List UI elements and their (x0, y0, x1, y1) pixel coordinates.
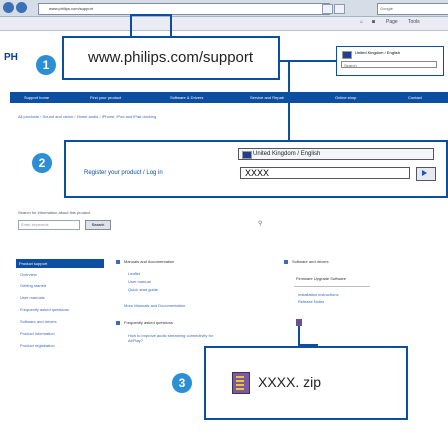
product-search-button[interactable]: Search (85, 220, 111, 230)
callout-url-box: www.philips.com/support (62, 36, 280, 80)
menu-item-overview[interactable]: Overview (20, 272, 37, 277)
breadcrumb: All products › Sound and vision › Home a… (18, 114, 157, 119)
callout-register-box: United Kingdom / English Register your p… (64, 140, 448, 198)
step-2-badge: 2 (32, 153, 52, 173)
callout-line (170, 14, 172, 36)
zip-filename[interactable]: XXXX. zip (258, 374, 321, 390)
site-search-input[interactable]: Search (341, 61, 437, 68)
nav-find-product[interactable]: Find your product (90, 92, 121, 103)
menu-item-user-manuals[interactable]: User manuals (20, 295, 45, 300)
nav-service-repair[interactable]: Service and Repair (250, 92, 284, 103)
register-login-link[interactable]: Register your product / Log in (84, 170, 163, 176)
callout-line (298, 326, 300, 346)
faq-icon (116, 321, 120, 325)
callout-url-text: www.philips.com/support (88, 49, 254, 66)
step-1-badge: 1 (36, 55, 56, 75)
menu-item-getting-started[interactable]: Getting started (20, 283, 46, 288)
philips-logo: PH (4, 52, 18, 63)
browser-command-bar: ⌂ ◙ Page Tools (0, 17, 448, 31)
user-manual-link[interactable]: User manual (128, 279, 151, 284)
product-code-input[interactable]: XXXX (240, 167, 410, 179)
release-notes-link[interactable]: Release Notes (298, 299, 324, 304)
menu-header: Product support (16, 259, 104, 268)
software-icon (284, 260, 288, 264)
zip-file-icon[interactable] (232, 372, 250, 394)
zip-file-small-icon[interactable] (296, 319, 302, 326)
divider (294, 286, 370, 287)
address-bar[interactable]: www.philips.com/support (38, 3, 330, 15)
menu-item-registration[interactable]: Product registration (20, 343, 55, 348)
faq-link[interactable]: How to improve audio streaming connectiv… (128, 333, 218, 343)
manuals-icon (116, 260, 120, 264)
region-selector-panel: United Kingdom / English Search (336, 46, 444, 76)
browser-search-input[interactable]: Google (377, 3, 448, 15)
quick-start-link[interactable]: Quick start guide (128, 287, 158, 292)
firmware-heading: Firmware Upgrade Software (296, 276, 347, 281)
callout-line (130, 14, 132, 36)
leaflet-link[interactable]: Leaflet (128, 271, 140, 276)
main-navigation: Support home Find your product Software … (10, 92, 448, 103)
faq-heading: Frequently asked questions (124, 320, 173, 325)
callout-line (288, 62, 290, 142)
product-support-menu: Product support Overview Getting started… (16, 259, 104, 367)
forward-button[interactable] (16, 2, 27, 13)
back-button[interactable] (3, 2, 14, 13)
refresh-button[interactable] (322, 4, 333, 14)
stop-button[interactable] (334, 4, 345, 14)
nav-support-home[interactable]: Support home (24, 92, 49, 103)
step-3-badge: 3 (172, 373, 192, 393)
country-value: United Kingdom / English (253, 151, 321, 157)
product-search-input[interactable]: Enter keywords (18, 220, 80, 230)
software-heading: Software and drivers (292, 259, 329, 264)
search-hint: Search for information about this produc… (18, 210, 91, 215)
manuals-heading: Manuals and documentation (124, 259, 175, 264)
menu-item-software[interactable]: Software and drivers (20, 319, 57, 324)
submit-arrow-button[interactable] (416, 167, 436, 181)
callout-file-box: XXXX. zip (204, 346, 408, 420)
country-dropdown[interactable]: United Kingdom / English (238, 148, 434, 160)
search-icon: ⚲ (258, 221, 263, 227)
uk-flag-icon (242, 151, 252, 159)
nav-software-drivers[interactable]: Software & Drivers (170, 92, 203, 103)
nav-contact[interactable]: Contact (408, 92, 422, 103)
page-menu[interactable]: Page (386, 19, 398, 25)
region-selector-value[interactable]: United Kingdom / English (355, 50, 400, 55)
home-icon[interactable]: ⌂ (360, 19, 363, 25)
browser-toolbar: www.philips.com/support Google (0, 0, 448, 17)
tools-menu[interactable]: Tools (408, 19, 420, 25)
feed-icon[interactable]: ◙ (372, 19, 375, 25)
more-manuals-link[interactable]: More Manuals and Documentation (124, 303, 185, 308)
menu-item-product-info[interactable]: Product information (20, 331, 55, 336)
install-instructions-link[interactable]: Installation instructions (298, 292, 338, 297)
callout-line (130, 14, 172, 16)
nav-online-shop[interactable]: Online shop (335, 92, 356, 103)
menu-item-faq[interactable]: Frequently asked questions (20, 307, 69, 312)
uk-flag-icon (342, 51, 352, 59)
